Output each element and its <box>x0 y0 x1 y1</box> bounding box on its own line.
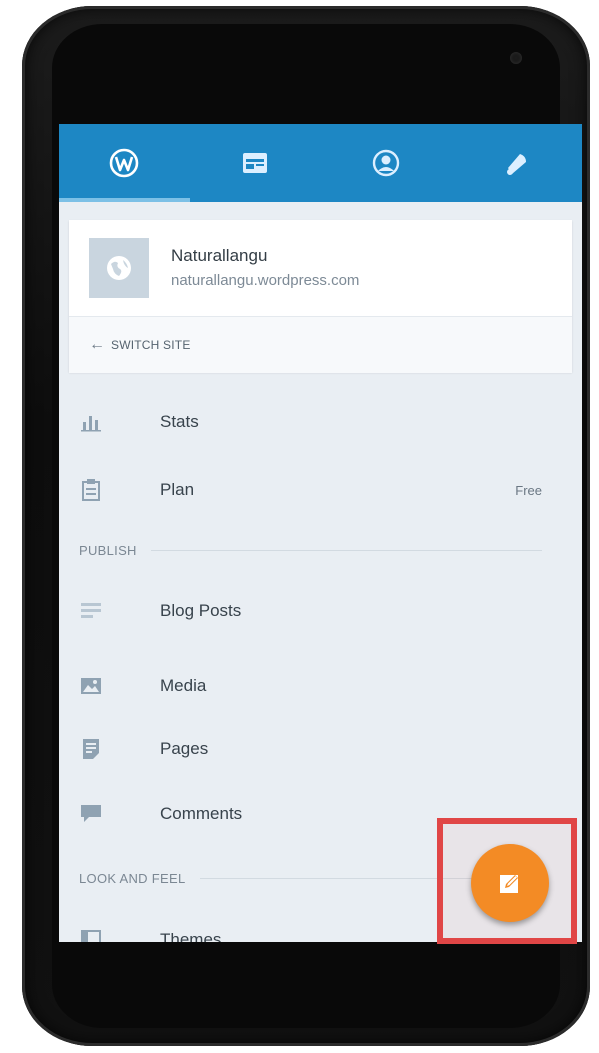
divider <box>150 549 542 551</box>
stats-icon <box>81 412 101 432</box>
top-tab-bar <box>59 124 582 202</box>
switch-site-button[interactable]: ← SWITCH SITE <box>69 316 572 373</box>
tab-notifications[interactable] <box>451 124 582 202</box>
menu-label-blog-posts: Blog Posts <box>160 601 242 620</box>
plan-badge: Free <box>515 482 542 498</box>
plan-icon <box>81 479 101 501</box>
pages-icon <box>81 739 101 759</box>
posts-icon <box>81 601 101 621</box>
menu-item-media[interactable]: Media <box>59 654 582 718</box>
menu-label-themes: Themes <box>160 930 222 942</box>
section-header-publish: PUBLISH <box>79 540 542 560</box>
menu-label-plan: Plan <box>160 480 195 499</box>
menu-item-blog-posts[interactable]: Blog Posts <box>59 579 582 643</box>
back-arrow-icon: ← <box>89 336 105 353</box>
menu-label-pages: Pages <box>160 739 209 758</box>
menu-label-media: Media <box>160 676 207 695</box>
profile-icon <box>372 149 400 177</box>
globe-icon <box>107 256 131 280</box>
menu-label-comments: Comments <box>160 804 243 823</box>
menu-item-pages[interactable]: Pages <box>59 717 582 781</box>
site-avatar <box>89 238 149 298</box>
tab-reader[interactable] <box>190 124 321 202</box>
comments-icon <box>81 804 101 824</box>
tab-me[interactable] <box>321 124 452 202</box>
site-url[interactable]: naturallangu.wordpress.com <box>171 272 359 289</box>
tab-my-sites[interactable] <box>59 124 190 202</box>
wordpress-icon <box>110 148 139 178</box>
bell-icon <box>506 154 526 175</box>
media-icon <box>81 676 101 696</box>
menu-item-stats[interactable]: Stats <box>59 390 582 454</box>
site-card[interactable]: Naturallangu naturallangu.wordpress.com … <box>69 220 572 373</box>
switch-site-label: SWITCH SITE <box>111 338 191 352</box>
site-title: Naturallangu <box>171 246 268 265</box>
edit-icon <box>500 875 518 893</box>
camera-icon <box>510 52 522 64</box>
themes-icon <box>81 930 101 942</box>
menu-item-plan[interactable]: Plan Free <box>59 458 582 522</box>
section-label-publish: PUBLISH <box>79 542 137 558</box>
menu-label-stats: Stats <box>160 412 199 431</box>
new-post-fab-button[interactable] <box>471 844 549 922</box>
section-label-look-and-feel: LOOK AND FEEL <box>79 870 186 886</box>
reader-icon <box>243 153 268 173</box>
